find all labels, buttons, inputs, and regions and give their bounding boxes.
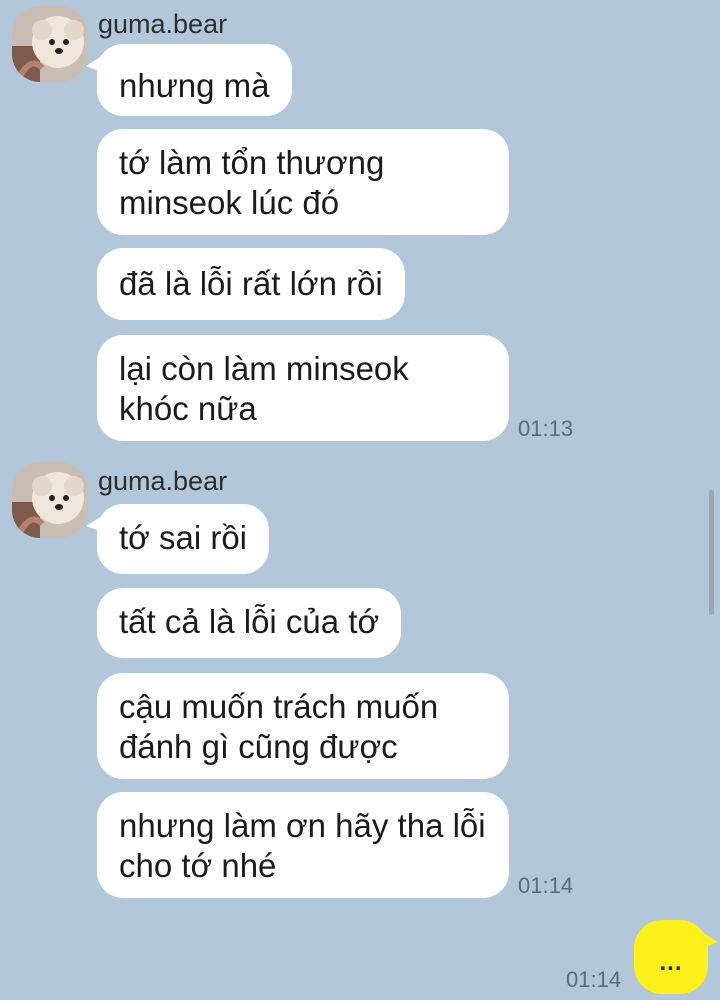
sender-name: guma.bear [98, 9, 228, 39]
outgoing-timestamp: 01:14 [566, 967, 622, 992]
pomeranian-dog-avatar-icon [12, 6, 88, 82]
outgoing-message-bubble[interactable]: ... [634, 920, 718, 994]
message-timestamp: 01:14 [518, 873, 574, 898]
sender-avatar[interactable] [12, 462, 88, 538]
message-bubble[interactable]: nhưng làm ơn hãy tha lỗi cho tớ nhé [97, 792, 509, 898]
message-bubble[interactable]: tớ sai rồi [85, 504, 270, 574]
sender-name: guma.bear [98, 466, 228, 496]
scrollbar[interactable] [709, 490, 714, 615]
message-bubble[interactable]: tớ làm tổn thương minseok lúc đó [97, 129, 509, 235]
message-bubble[interactable]: đã là lỗi rất lớn rồi [97, 248, 405, 320]
message-timestamp: 01:13 [518, 416, 574, 441]
sender-avatar[interactable] [12, 6, 88, 82]
message-bubble[interactable]: cậu muốn trách muốn đánh gì cũng được [97, 673, 509, 779]
message-bubble[interactable]: tất cả là lỗi của tớ [97, 588, 402, 658]
pomeranian-dog-avatar-icon [12, 462, 88, 538]
message-bubble[interactable]: lại còn làm minseok khóc nữa [97, 335, 509, 441]
message-bubble[interactable]: nhưng mà [86, 44, 292, 116]
chat-room: guma.bear nhưng mà tớ làm tổn thương min… [0, 0, 720, 1000]
